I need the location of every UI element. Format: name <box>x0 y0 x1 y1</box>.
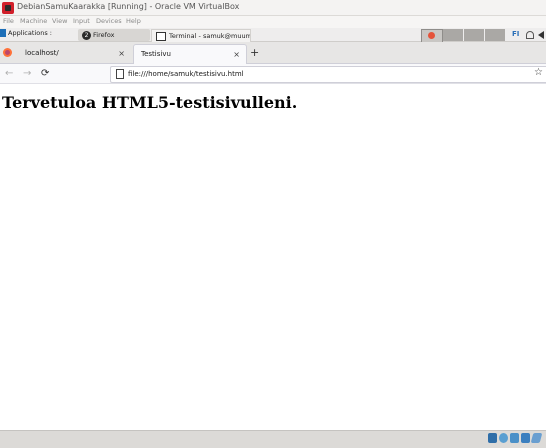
hard-disk-icon[interactable] <box>488 433 497 443</box>
applications-menu[interactable]: Applications : <box>0 29 52 41</box>
tab-label: Testisivu <box>141 50 171 58</box>
page-heading: Tervetuloa HTML5-testisivulleni. <box>2 93 298 112</box>
new-tab-button[interactable]: + <box>250 46 259 60</box>
firefox-view-icon[interactable] <box>3 48 12 57</box>
network-adapter-icon[interactable] <box>521 433 530 443</box>
window-title: DebianSamuKaarakka [Running] - Oracle VM… <box>17 2 240 11</box>
taskbar-terminal[interactable]: Terminal - samuk@muumi... <box>151 29 251 43</box>
back-button[interactable]: ← <box>5 68 13 79</box>
tab-label: localhost/ <box>25 49 59 57</box>
keyboard-layout-indicator[interactable]: FI <box>512 30 519 38</box>
menu-machine[interactable]: Machine <box>20 17 47 25</box>
tab-testisivu[interactable]: Testisivu × <box>133 44 247 64</box>
vbox-menu-bar: File Machine View Input Devices Help <box>0 16 546 28</box>
menu-input[interactable]: Input <box>73 17 90 25</box>
workspace-4[interactable] <box>485 29 505 41</box>
url-bar[interactable]: file:///home/samuk/testisivu.html <box>110 66 546 83</box>
tab-localhost[interactable]: localhost/ × <box>18 44 131 63</box>
menu-view[interactable]: View <box>52 17 67 25</box>
virtualbox-app-icon <box>2 2 14 14</box>
usb-icon[interactable] <box>530 433 543 443</box>
xfce-logo-icon <box>0 29 6 37</box>
forward-button[interactable]: → <box>23 68 31 79</box>
window-title-bar: DebianSamuKaarakka [Running] - Oracle VM… <box>0 0 546 16</box>
taskbar-firefox[interactable]: 2 Firefox <box>78 29 150 41</box>
menu-file[interactable]: File <box>3 17 14 25</box>
window-count-badge: 2 <box>82 30 91 40</box>
network-icon[interactable] <box>526 31 534 39</box>
tab-close-icon[interactable]: × <box>118 44 125 63</box>
terminal-icon <box>156 31 166 41</box>
taskbar-terminal-label: Terminal - samuk@muumi... <box>169 32 251 40</box>
workspace-2[interactable] <box>443 29 463 41</box>
menu-devices[interactable]: Devices <box>96 17 122 25</box>
vbox-status-bar <box>0 430 546 448</box>
workspace-3[interactable] <box>464 29 484 41</box>
taskbar-firefox-label: Firefox <box>93 31 115 39</box>
applications-label: Applications : <box>8 29 52 37</box>
audio-icon[interactable] <box>510 433 519 443</box>
reload-button[interactable]: ⟳ <box>41 68 49 79</box>
workspace-1[interactable] <box>421 29 443 43</box>
tab-close-icon[interactable]: × <box>233 45 240 64</box>
url-input[interactable]: file:///home/samuk/testisivu.html <box>128 68 244 80</box>
page-content: Tervetuloa HTML5-testisivulleni. <box>0 85 546 430</box>
browser-tab-strip: localhost/ × Testisivu × + <box>0 42 546 64</box>
guest-panel: Applications : 2 Firefox Terminal - samuk… <box>0 28 546 43</box>
bookmark-star-icon[interactable]: ☆ <box>534 67 543 78</box>
page-icon <box>116 69 124 79</box>
menu-help[interactable]: Help <box>126 17 141 25</box>
optical-drive-icon[interactable] <box>499 433 508 443</box>
navigation-bar: ← → ⟳ file:///home/samuk/testisivu.html … <box>0 64 546 84</box>
speaker-icon[interactable] <box>538 31 544 39</box>
